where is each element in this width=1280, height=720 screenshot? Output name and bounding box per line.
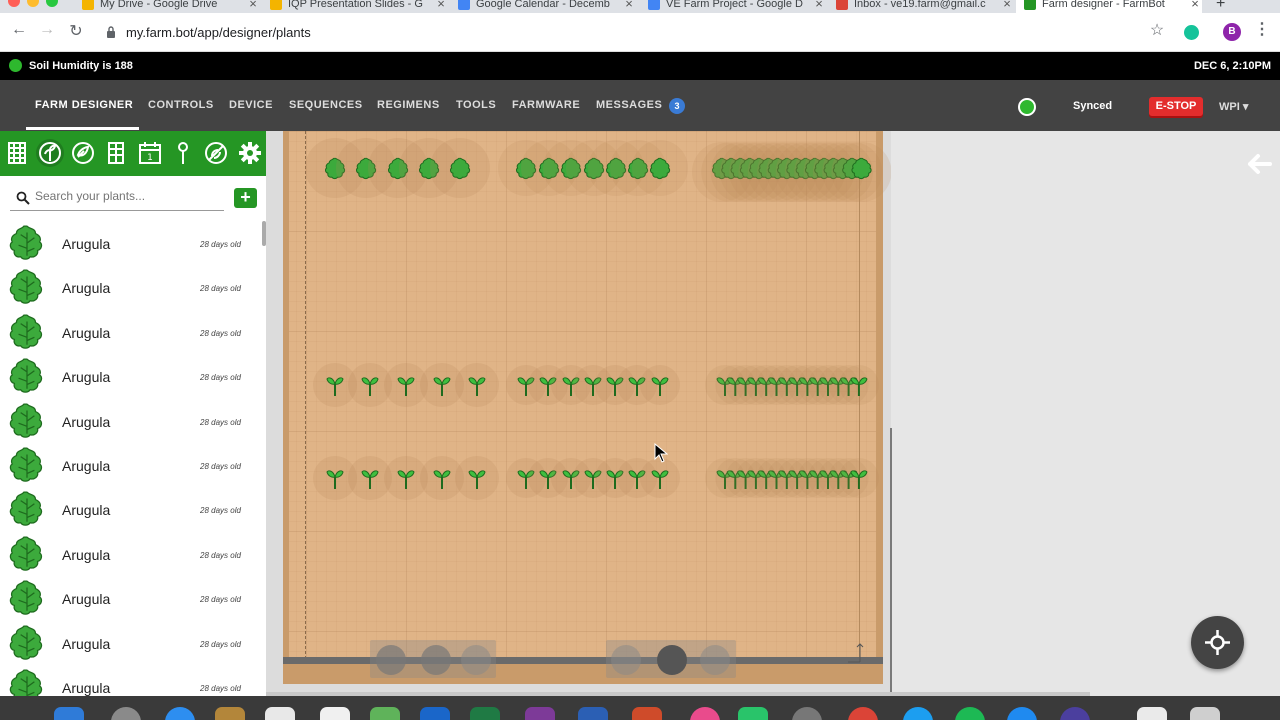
tool-slot-icon bbox=[461, 645, 491, 675]
onenote-icon[interactable] bbox=[525, 707, 555, 720]
photos-icon[interactable] bbox=[690, 707, 720, 720]
launchpad-icon[interactable] bbox=[111, 707, 141, 720]
documents-icon[interactable] bbox=[320, 707, 350, 720]
word-icon[interactable] bbox=[578, 707, 608, 720]
facetime-icon[interactable] bbox=[738, 707, 768, 720]
notes-icon[interactable] bbox=[215, 707, 245, 720]
macos-dock bbox=[0, 696, 1280, 720]
move-to-button[interactable] bbox=[1191, 616, 1244, 669]
downloads-icon[interactable] bbox=[1137, 707, 1167, 720]
tool-slot-icon bbox=[611, 645, 641, 675]
crosshair-icon bbox=[1205, 630, 1230, 655]
mouse-cursor-icon bbox=[654, 443, 668, 463]
spotify-icon[interactable] bbox=[955, 707, 985, 720]
map-scrollbar[interactable] bbox=[890, 428, 892, 693]
excel-icon[interactable] bbox=[470, 707, 500, 720]
back-arrow-icon[interactable] bbox=[1246, 150, 1274, 178]
app-store-icon[interactable] bbox=[1007, 707, 1037, 720]
chrome-icon[interactable] bbox=[848, 707, 878, 720]
system-preferences-icon[interactable] bbox=[792, 707, 822, 720]
finder-icon[interactable] bbox=[54, 707, 84, 720]
utility-app-icon[interactable] bbox=[1060, 707, 1090, 720]
tool-slots-layer bbox=[370, 640, 736, 678]
tool-slot-icon bbox=[421, 645, 451, 675]
tool-slot-icon bbox=[700, 645, 730, 675]
safari-icon[interactable] bbox=[165, 707, 195, 720]
map-background-panel bbox=[891, 131, 1280, 696]
tool-slot-icon bbox=[376, 645, 406, 675]
outlook-icon[interactable] bbox=[420, 707, 450, 720]
gantry-position-icon bbox=[657, 645, 687, 675]
calendar-app-icon[interactable] bbox=[265, 707, 295, 720]
powerpoint-icon[interactable] bbox=[632, 707, 662, 720]
maps-icon[interactable] bbox=[370, 707, 400, 720]
origin-axes-icon bbox=[848, 643, 864, 663]
trash-icon[interactable] bbox=[1190, 707, 1220, 720]
skype-icon[interactable] bbox=[903, 707, 933, 720]
